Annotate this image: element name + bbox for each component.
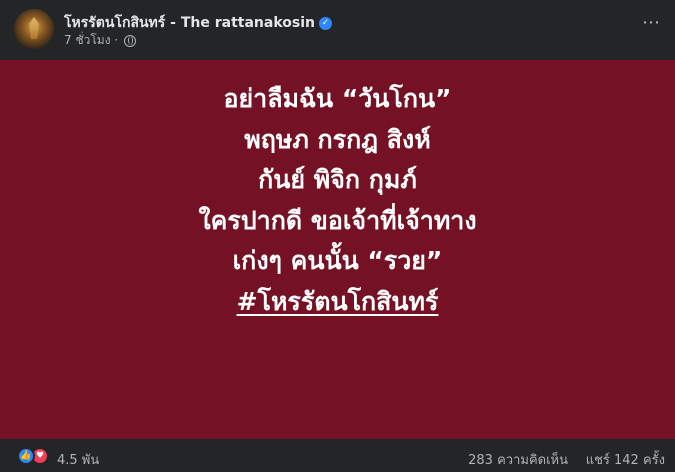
post-time[interactable]: 7 ชั่วโมง — [64, 33, 111, 47]
post-image-text: อย่าลืมฉัน “วันโกน” พฤษภ กรกฎ สิงห์ กันย… — [0, 79, 675, 322]
post-meta: 7 ชั่วโมง · — [64, 31, 137, 50]
image-text-line: เก่งๆ คนนั้น “รวย” — [232, 246, 443, 275]
page-name[interactable]: โหรรัตนโกสินทร์ - The rattanakosin — [64, 15, 315, 31]
globe-icon[interactable] — [124, 34, 137, 47]
image-text-line: อย่าลืมฉัน “วันโกน” — [223, 84, 452, 113]
reaction-count[interactable]: 4.5 พัน — [57, 449, 99, 470]
meta-separator: · — [114, 33, 119, 47]
image-text-line: พฤษภ กรกฎ สิงห์ — [244, 124, 431, 154]
verified-badge-icon: ✓ — [319, 16, 333, 30]
image-text-line: กันย์ พิจิก กุมภ์ — [258, 165, 417, 194]
share-count[interactable]: แชร์ 142 ครั้ง — [586, 449, 665, 470]
comment-count[interactable]: 283 ความคิดเห็น — [468, 449, 568, 470]
post-header: โหรรัตนโกสินทร์ - The rattanakosin ✓ 7 ชั… — [0, 0, 675, 60]
facebook-post: โหรรัตนโกสินทร์ - The rattanakosin ✓ 7 ชั… — [0, 0, 675, 472]
more-options-icon[interactable]: ⋯ — [639, 13, 663, 37]
post-footer: 👍 ♥ 4.5 พัน 283 ความคิดเห็น แชร์ 142 ครั… — [0, 439, 675, 472]
page-avatar[interactable] — [14, 9, 54, 49]
image-text-line: ใครปากดี ขอเจ้าที่เจ้าทาง — [198, 205, 477, 235]
like-reaction-icon: 👍 — [17, 447, 35, 465]
image-hashtag: #โหรรัตนโกสินทร์ — [236, 286, 439, 316]
